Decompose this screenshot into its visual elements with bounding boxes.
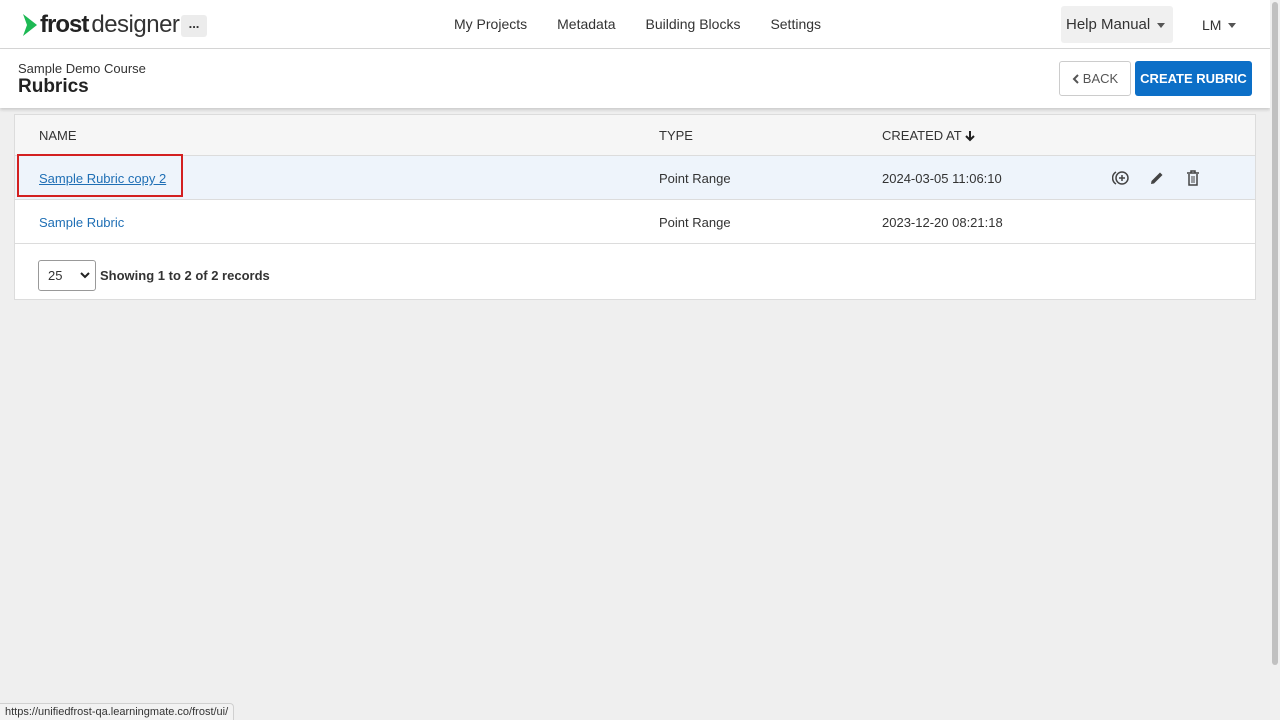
table-header: NAME TYPE CREATED AT (15, 115, 1255, 156)
row-actions (1112, 169, 1220, 187)
back-label: BACK (1082, 71, 1119, 86)
page-size-value: 25 (48, 268, 63, 283)
rubric-type: Point Range (659, 171, 731, 186)
chevron-logo-icon (23, 14, 37, 36)
logo-text-bold: frost (40, 11, 89, 38)
rubric-created-at: 2024-03-05 11:06:10 (882, 171, 1002, 186)
delete-icon[interactable] (1184, 169, 1202, 187)
rubrics-table: NAME TYPE CREATED AT Sample Rubric copy … (14, 114, 1256, 300)
page-size-select[interactable]: 25 (38, 260, 96, 291)
caret-down-icon (1157, 22, 1166, 28)
more-menu-button[interactable]: ... (181, 15, 207, 37)
create-rubric-button[interactable]: CREATE RUBRIC (1135, 61, 1252, 96)
duplicate-icon[interactable] (1112, 169, 1130, 187)
user-menu-dropdown[interactable]: LM (1202, 17, 1237, 33)
column-header-type[interactable]: TYPE (659, 128, 693, 143)
records-count: Showing 1 to 2 of 2 records (100, 268, 270, 283)
back-button[interactable]: BACK (1059, 61, 1131, 96)
created-at-label: CREATED AT (882, 128, 962, 143)
page-title: Rubrics (18, 76, 89, 97)
logo-text-light: designer (91, 11, 180, 38)
link-status-bar: https://unifiedfrost-qa.learningmate.co/… (0, 703, 235, 720)
nav-my-projects[interactable]: My Projects (454, 16, 527, 32)
table-footer: 25 Showing 1 to 2 of 2 records (38, 260, 270, 291)
help-manual-label: Help Manual (1066, 16, 1151, 33)
rubric-type: Point Range (659, 215, 731, 230)
column-header-name[interactable]: NAME (39, 128, 77, 143)
table-row[interactable]: Sample Rubric copy 2 Point Range 2024-03… (15, 154, 1255, 200)
caret-down-icon (1228, 23, 1237, 28)
table-row[interactable]: Sample Rubric Point Range 2023-12-20 08:… (15, 200, 1255, 244)
chevron-left-icon (1072, 73, 1079, 84)
sort-arrow-down-icon (964, 130, 975, 141)
top-navbar: frost designer ... My Projects Metadata … (0, 0, 1270, 49)
nav-metadata[interactable]: Metadata (557, 16, 615, 32)
page-scrollbar[interactable] (1270, 0, 1280, 720)
rubric-created-at: 2023-12-20 08:21:18 (882, 215, 1003, 230)
main-nav: My Projects Metadata Building Blocks Set… (454, 16, 851, 32)
course-name: Sample Demo Course (18, 61, 146, 76)
column-header-created-at[interactable]: CREATED AT (882, 128, 975, 143)
scrollbar-thumb[interactable] (1272, 2, 1278, 665)
help-manual-dropdown[interactable]: Help Manual (1061, 6, 1173, 43)
page-header: Sample Demo Course Rubrics BACK CREATE R… (0, 49, 1270, 108)
rubric-name-link[interactable]: Sample Rubric copy 2 (39, 171, 166, 186)
nav-building-blocks[interactable]: Building Blocks (646, 16, 741, 32)
chevron-down-icon (80, 272, 90, 279)
frost-designer-logo[interactable]: frost designer (22, 11, 180, 39)
nav-settings[interactable]: Settings (770, 16, 821, 32)
rubric-name-link[interactable]: Sample Rubric (39, 215, 124, 230)
user-initials: LM (1202, 17, 1222, 33)
edit-icon[interactable] (1148, 169, 1166, 187)
